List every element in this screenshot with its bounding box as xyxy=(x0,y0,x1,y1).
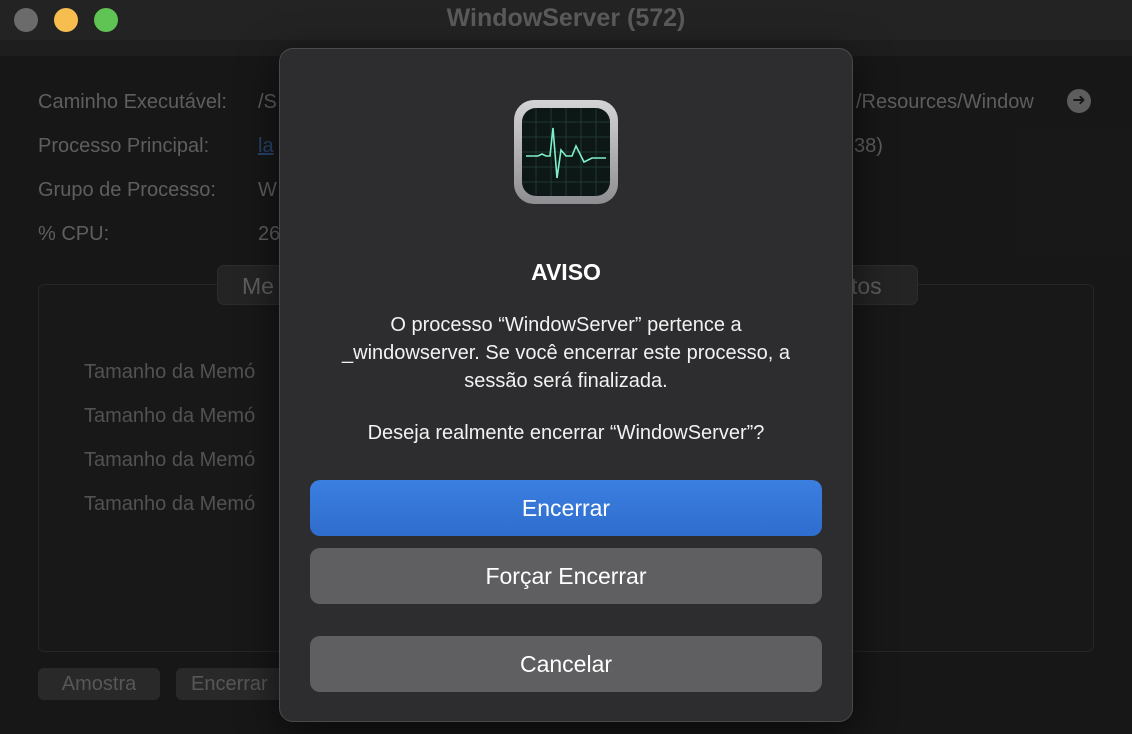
activity-monitor-icon xyxy=(514,100,618,204)
window-title: WindowServer (572) xyxy=(446,4,686,32)
quit-button[interactable]: Encerrar xyxy=(310,480,822,536)
dialog-title: AVISO xyxy=(531,259,601,285)
cancel-button[interactable]: Cancelar xyxy=(310,636,822,692)
title-bar: WindowServer (572) xyxy=(0,0,1132,40)
dialog-message: O processo “WindowServer” pertence a _wi… xyxy=(342,314,790,392)
heartbeat-graph xyxy=(522,108,610,196)
force-quit-button[interactable]: Forçar Encerrar xyxy=(310,548,822,604)
quit-confirmation-dialog: AVISO O processo “WindowServer” pertence… xyxy=(279,48,853,722)
dialog-question: Deseja realmente encerrar “WindowServer”… xyxy=(367,422,765,444)
